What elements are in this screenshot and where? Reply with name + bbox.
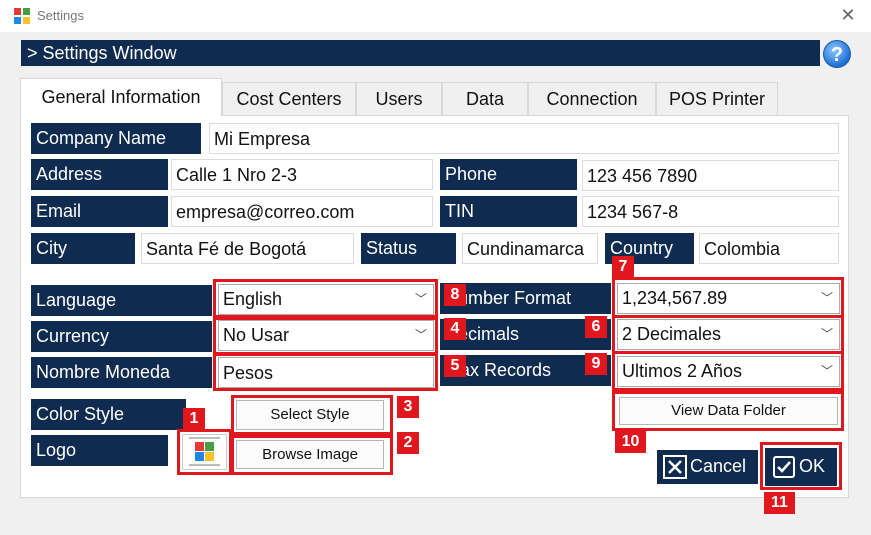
highlight-box-decimals: [612, 315, 844, 354]
highlight-box-currency-name: [213, 353, 438, 391]
annotation-badge-11: 11: [764, 492, 795, 514]
annotation-badge-3: 3: [397, 396, 419, 418]
cancel-label: Cancel: [690, 456, 747, 476]
color-style-label: Color Style: [31, 399, 186, 430]
phone-field[interactable]: 123 456 7890: [582, 160, 839, 191]
cancel-button[interactable]: Cancel: [657, 450, 758, 484]
cancel-icon: [663, 455, 687, 479]
email-label: Email: [31, 196, 168, 227]
tab-cost-centers[interactable]: Cost Centers: [222, 82, 356, 115]
highlight-box-select-style: [231, 395, 393, 435]
highlight-box-view-data-folder: [612, 391, 844, 431]
annotation-badge-4: 4: [444, 318, 466, 340]
close-icon[interactable]: ✕: [836, 4, 860, 26]
annotation-badge-7: 7: [612, 256, 634, 278]
highlight-box-currency: [213, 317, 438, 355]
highlight-box-number-format: [612, 277, 844, 318]
window-title: Settings: [37, 8, 84, 23]
email-field[interactable]: empresa@correo.com: [171, 196, 433, 227]
status-field[interactable]: Cundinamarca: [462, 233, 598, 264]
highlight-box-ok: [760, 442, 842, 490]
address-label: Address: [31, 159, 168, 190]
highlight-box-browse-image: [231, 435, 393, 475]
tab-pos-printer[interactable]: POS Printer: [656, 82, 778, 115]
app-icon: [14, 8, 30, 24]
title-bar: [0, 0, 871, 32]
annotation-badge-2: 2: [397, 432, 419, 454]
city-label: City: [31, 233, 135, 264]
status-label: Status: [361, 233, 456, 264]
phone-label: Phone: [440, 159, 577, 190]
annotation-badge-5: 5: [444, 355, 466, 377]
city-field[interactable]: Santa Fé de Bogotá: [141, 233, 354, 264]
language-label: Language: [31, 285, 212, 316]
tin-field[interactable]: 1234 567-8: [582, 196, 839, 227]
currency-name-label: Nombre Moneda: [31, 357, 212, 388]
annotation-badge-1: 1: [183, 408, 205, 430]
company-name-label: Company Name: [31, 123, 201, 154]
country-field[interactable]: Colombia: [699, 233, 839, 264]
tin-label: TIN: [440, 196, 577, 227]
tab-general-information[interactable]: General Information: [20, 78, 222, 116]
tab-connection[interactable]: Connection: [528, 82, 656, 115]
currency-label: Currency: [31, 321, 212, 352]
annotation-badge-9: 9: [585, 353, 607, 375]
help-icon[interactable]: ?: [823, 40, 851, 68]
logo-label: Logo: [31, 435, 168, 466]
company-name-field[interactable]: Mi Empresa: [209, 123, 839, 154]
address-field[interactable]: Calle 1 Nro 2-3: [171, 159, 433, 190]
annotation-badge-8: 8: [444, 284, 466, 306]
highlight-box-language: [213, 279, 438, 318]
annotation-badge-6: 6: [585, 316, 607, 338]
highlight-box-logo: [177, 429, 232, 475]
settings-header: > Settings Window: [21, 40, 820, 66]
tab-users[interactable]: Users: [356, 82, 442, 115]
annotation-badge-10: 10: [615, 431, 646, 453]
highlight-box-max-records: [612, 351, 844, 391]
tab-data[interactable]: Data: [442, 82, 528, 115]
